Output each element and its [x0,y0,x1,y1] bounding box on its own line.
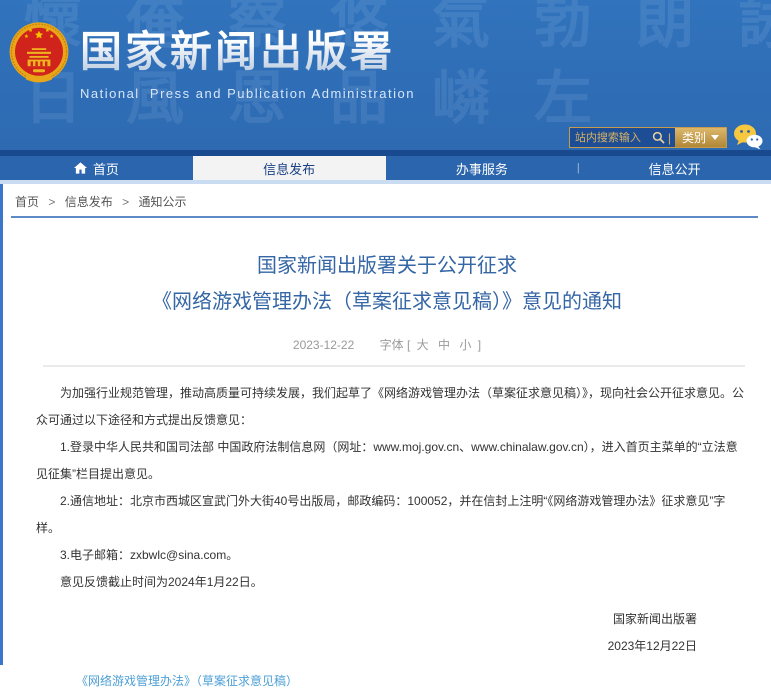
nav-item-info-release[interactable]: 信息发布 [193,156,386,180]
article-meta: 2023-12-22 字体 [ 大 中 小 ] [3,336,771,353]
font-bracket: ] [478,338,481,352]
attachment-row: 《网络游戏管理办法》（草案征求意见稿） [76,672,771,689]
paragraph-deadline: 意见反馈截止时间为2024年1月22日。 [36,569,747,596]
article-body: 为加强行业规范管理，推动高质量可持续发展，我们起草了《网络游戏管理办法（草案征求… [36,380,747,596]
breadcrumb-home[interactable]: 首页 [15,195,39,209]
search-category-dropdown[interactable]: 类别 [675,128,726,147]
nav-item-label: 信息公开 [649,159,701,178]
search-divider: | [668,131,671,145]
content-area: 首页 > 信息发布 > 通知公示 国家新闻出版署关于公开征求 《网络游戏管理办法… [0,184,771,665]
nav-item-label: 首页 [93,159,119,178]
nav-item-info-disclosure[interactable]: 信息公开 [578,156,771,180]
site-brand: 国家新闻出版署 National Press and Publication A… [80,18,415,101]
paragraph-channel-email: 3.电子邮箱：zxbwlc@sina.com。 [36,542,747,569]
search-button[interactable]: | [648,128,675,147]
nav-item-home[interactable]: 首页 [0,156,193,180]
publish-date: 2023-12-22 [293,338,354,352]
search-icon [652,131,665,144]
chevron-down-icon [711,135,719,140]
breadcrumb-separator: > [122,195,129,209]
paragraph-channel-mail: 2.通信地址：北京市西城区宣武门外大街40号出版局，邮政编码：100052，并在… [36,488,747,542]
font-size-label: 字体 [380,338,404,352]
search-input[interactable] [570,128,648,147]
article-title-line2: 《网络游戏管理办法（草案征求意见稿）》意见的通知 [43,284,731,320]
nav-item-services[interactable]: 办事服务 [386,156,579,180]
font-size-medium-button[interactable]: 中 [438,338,450,352]
wechat-icon[interactable] [733,123,763,150]
site-search-bar: | 类别 [569,127,727,148]
nav-item-label: 信息发布 [263,159,315,178]
main-nav: 首页 信息发布 办事服务 | 信息公开 [0,156,771,180]
font-size-large-button[interactable]: 大 [417,338,429,352]
signature-block: 国家新闻出版署 2023年12月22日 [3,606,771,660]
nav-item-label: 办事服务 [456,159,508,178]
article-title: 国家新闻出版署关于公开征求 《网络游戏管理办法（草案征求意见稿）》意见的通知 [43,248,731,320]
site-title: 国家新闻出版署 [80,18,415,79]
signature-date: 2023年12月22日 [3,633,697,660]
article-title-line1: 国家新闻出版署关于公开征求 [43,248,731,284]
search-category-label: 类别 [682,129,706,146]
breadcrumb-info-release[interactable]: 信息发布 [65,195,113,209]
font-bracket: [ [407,338,410,352]
breadcrumb: 首页 > 信息发布 > 通知公示 [3,184,771,216]
attachment-link[interactable]: 《网络游戏管理办法》（草案征求意见稿） [76,674,298,688]
paragraph-channel-web: 1.登录中华人民共和国司法部 中国政府法制信息网（网址：www.moj.gov.… [36,434,747,488]
breadcrumb-separator: > [48,195,55,209]
meta-divider [43,365,745,367]
page: 懷俺察悠氣勃朗詠雄膝日風恩品嶙左 国家新闻出版署 [0,0,771,665]
breadcrumb-underline [11,216,758,218]
home-icon [74,162,87,174]
breadcrumb-current: 通知公示 [138,195,186,209]
national-emblem-logo [9,21,69,85]
site-header: 懷俺察悠氣勃朗詠雄膝日風恩品嶙左 国家新闻出版署 [0,0,771,150]
signature-org: 国家新闻出版署 [3,606,697,633]
font-size-small-button[interactable]: 小 [459,338,471,352]
site-subtitle: National Press and Publication Administr… [80,86,415,101]
paragraph-intro: 为加强行业规范管理，推动高质量可持续发展，我们起草了《网络游戏管理办法（草案征求… [36,380,747,434]
